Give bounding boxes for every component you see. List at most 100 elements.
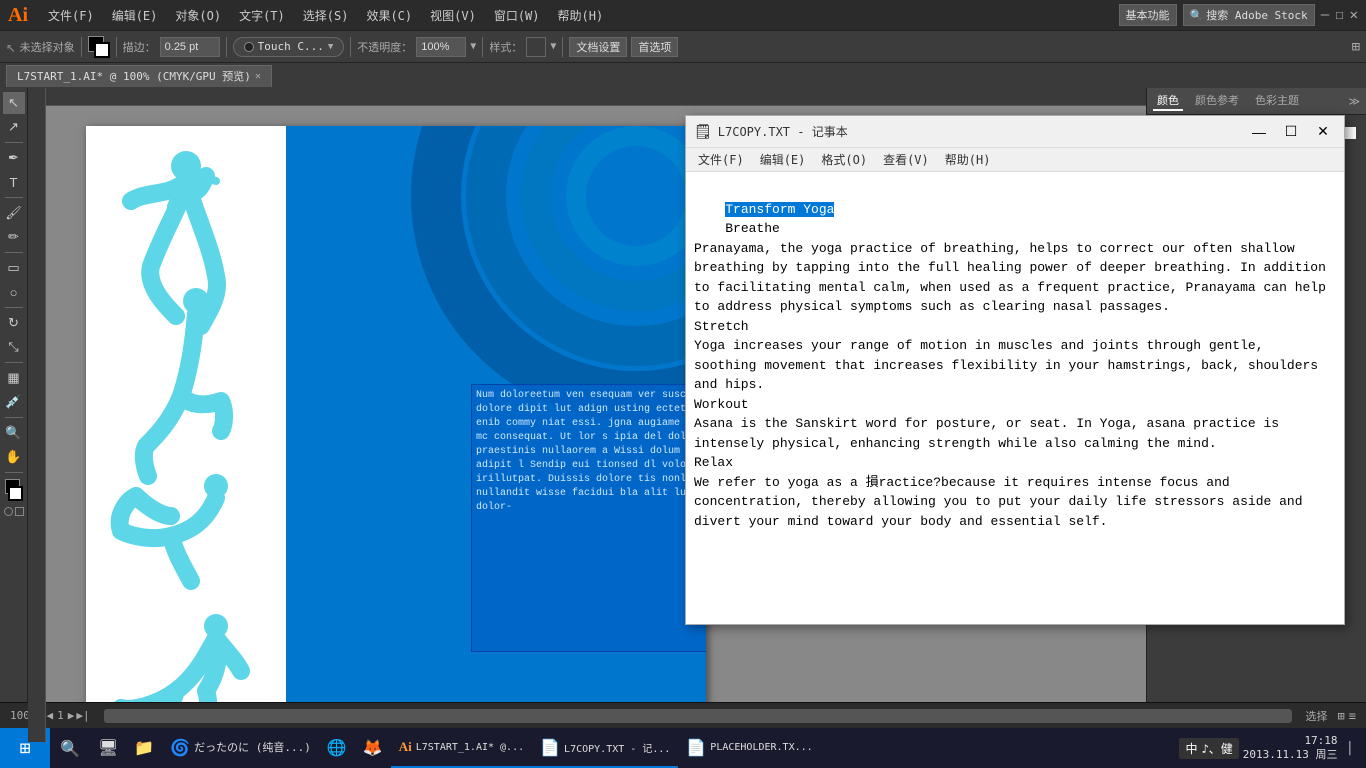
arrange-icon-status[interactable]: ⊞ <box>1338 709 1345 723</box>
task-notepad-1-label: L7COPY.TXT - 记... <box>564 740 670 755</box>
taskbar-notepad-1[interactable]: 📄 L7COPY.TXT - 记... <box>532 728 678 768</box>
minimize-btn[interactable]: — <box>1321 7 1329 23</box>
search-button[interactable]: 🔍 <box>50 728 90 768</box>
text-overlay-box: Num doloreetum ven esequam ver suscipist… <box>471 384 706 652</box>
panel-header: 颜色 颜色参考 色彩主题 ≫ <box>1147 88 1366 115</box>
preferences-btn[interactable]: 首选项 <box>631 37 678 57</box>
panel-tabs: 颜色 颜色参考 色彩主题 <box>1153 91 1303 111</box>
doc-settings-btn[interactable]: 文档设置 <box>569 37 627 57</box>
document-tab[interactable]: L7START_1.AI* @ 100% (CMYK/GPU 预览) ✕ <box>6 65 272 87</box>
selection-label: 选择 <box>1306 708 1328 724</box>
opacity-dropdown-icon[interactable]: ▼ <box>470 41 476 52</box>
stroke-label: 描边： <box>123 39 156 55</box>
eyedropper-tool[interactable]: 💉 <box>3 391 25 413</box>
highlighted-text: Transform Yoga <box>725 202 834 217</box>
taskbar-firefox[interactable]: 🦊 <box>355 728 391 768</box>
color-ref-tab[interactable]: 颜色参考 <box>1191 91 1243 111</box>
task-icon-ie: 🌐 <box>327 738 347 757</box>
np-menu-file[interactable]: 文件(F) <box>690 149 752 170</box>
notepad-maximize-btn[interactable]: ☐ <box>1278 119 1304 145</box>
rotate-tool[interactable]: ↻ <box>3 312 25 334</box>
maximize-btn[interactable]: ☐ <box>1335 7 1343 23</box>
notepad-minimize-btn[interactable]: — <box>1246 119 1272 145</box>
color-tab[interactable]: 颜色 <box>1153 91 1183 111</box>
zoom-tool[interactable]: 🔍 <box>3 422 25 444</box>
menu-text[interactable]: 文字(T) <box>231 5 293 26</box>
menu-effect[interactable]: 效果(C) <box>358 5 420 26</box>
opacity-label: 不透明度： <box>357 39 412 55</box>
tab-close-btn[interactable]: ✕ <box>255 71 261 82</box>
arrange-icon[interactable]: ⊞ <box>1352 39 1360 55</box>
tool-sep-4 <box>5 307 23 308</box>
direct-select-tool[interactable]: ↗ <box>3 116 25 138</box>
np-menu-format[interactable]: 格式(O) <box>813 149 875 170</box>
pen-tool[interactable]: ✒ <box>3 147 25 169</box>
taskbar-ie[interactable]: 🌐 <box>319 728 355 768</box>
text-overlay-content: Num doloreetum ven esequam ver suscipist… <box>476 389 706 515</box>
select-tool[interactable]: ↖ <box>3 92 25 114</box>
shape-tool[interactable]: ▭ <box>3 257 25 279</box>
panels-icon-status[interactable]: ≡ <box>1349 709 1356 723</box>
notepad-titlebar[interactable]: 🗒 L7COPY.TXT - 记事本 — ☐ ✕ <box>686 116 1344 148</box>
menu-window[interactable]: 窗口(W) <box>486 5 548 26</box>
taskbar-music[interactable]: 🌀 だったのに (纯音...) <box>162 728 319 768</box>
taskbar-illustrator[interactable]: Ai L7START_1.AI* @... <box>391 728 532 768</box>
scale-tool[interactable]: ⤡ <box>3 336 25 358</box>
color-mode-icon[interactable] <box>15 507 24 516</box>
np-menu-edit[interactable]: 编辑(E) <box>752 149 814 170</box>
stock-search[interactable]: 🔍 搜索 Adobe Stock <box>1183 4 1315 26</box>
hand-tool[interactable]: ✋ <box>3 446 25 468</box>
tool-sep-5 <box>5 362 23 363</box>
ellipse-tool[interactable]: ○ <box>3 281 25 303</box>
notepad-text-area[interactable]: Transform Yoga Breathe Pranayama, the yo… <box>686 172 1344 624</box>
task-icon-view: 🖥 <box>98 738 118 757</box>
no-selection-label: 未选择对象 <box>20 39 75 55</box>
taskbar-cortana[interactable]: 🖥 <box>90 728 126 768</box>
touch-dropdown-icon[interactable]: ▼ <box>328 42 333 52</box>
tool-sep-6 <box>5 417 23 418</box>
np-menu-view[interactable]: 查看(V) <box>875 149 937 170</box>
color-theme-tab[interactable]: 色彩主题 <box>1251 91 1303 111</box>
color-swatch[interactable] <box>3 479 25 501</box>
tool-sep-1 <box>5 142 23 143</box>
menu-select[interactable]: 选择(S) <box>295 5 357 26</box>
np-menu-help[interactable]: 帮助(H) <box>937 149 999 170</box>
menu-file[interactable]: 文件(F) <box>40 5 102 26</box>
touch-dot-icon <box>244 42 254 52</box>
menu-right: 基本功能 🔍 搜索 Adobe Stock — ☐ ✕ <box>1119 4 1359 26</box>
toolbar-sep-5 <box>482 37 483 57</box>
fill-stroke-swatch[interactable] <box>88 36 110 58</box>
task-icon-music: 🌀 <box>170 738 190 757</box>
screen-mode-icon[interactable] <box>4 507 13 516</box>
scroll-bar[interactable] <box>104 709 1292 723</box>
show-desktop-btn[interactable]: | <box>1342 740 1358 756</box>
menu-object[interactable]: 对象(O) <box>167 5 229 26</box>
taskbar-file-explorer[interactable]: 📁 <box>126 728 162 768</box>
style-dropdown-icon[interactable]: ▼ <box>550 41 556 52</box>
ime-indicator[interactable]: 中 ♪、健 <box>1179 738 1238 759</box>
toolbar-sep-6 <box>562 37 563 57</box>
touch-selector[interactable]: Touch C... ▼ <box>233 37 345 57</box>
close-btn[interactable]: ✕ <box>1350 7 1358 23</box>
clock-date: 2013.11.13 周三 <box>1243 748 1338 762</box>
notepad-body-text: Breathe Pranayama, the yoga practice of … <box>694 221 1326 529</box>
menu-help[interactable]: 帮助(H) <box>550 5 612 26</box>
menu-view[interactable]: 视图(V) <box>422 5 484 26</box>
status-bar: 100% ◀ 1 ▶ ▶| 选择 ⊞ ≡ <box>0 702 1366 728</box>
toolbar-sep-1 <box>81 37 82 57</box>
style-swatch[interactable] <box>526 37 546 57</box>
stroke-input[interactable] <box>160 37 220 57</box>
brush-tool[interactable]: 🖌 <box>3 202 25 224</box>
taskbar-notepad-2[interactable]: 📄 PLACEHOLDER.TX... <box>678 728 820 768</box>
zoom-controls[interactable]: ◀ 1 ▶ ▶| <box>47 709 90 722</box>
gradient-tool[interactable]: ▦ <box>3 367 25 389</box>
opacity-input[interactable] <box>416 37 466 57</box>
menu-edit[interactable]: 编辑(E) <box>104 5 166 26</box>
notepad-close-btn[interactable]: ✕ <box>1310 119 1336 145</box>
panel-expand-btn[interactable]: ≫ <box>1348 95 1360 108</box>
task-music-label: だったのに (纯音...) <box>194 739 311 755</box>
workspace-switcher[interactable]: 基本功能 <box>1119 4 1177 26</box>
text-tool[interactable]: T <box>3 171 25 193</box>
menu-bar: Ai 文件(F) 编辑(E) 对象(O) 文字(T) 选择(S) 效果(C) 视… <box>0 0 1366 30</box>
pencil-tool[interactable]: ✏ <box>3 226 25 248</box>
